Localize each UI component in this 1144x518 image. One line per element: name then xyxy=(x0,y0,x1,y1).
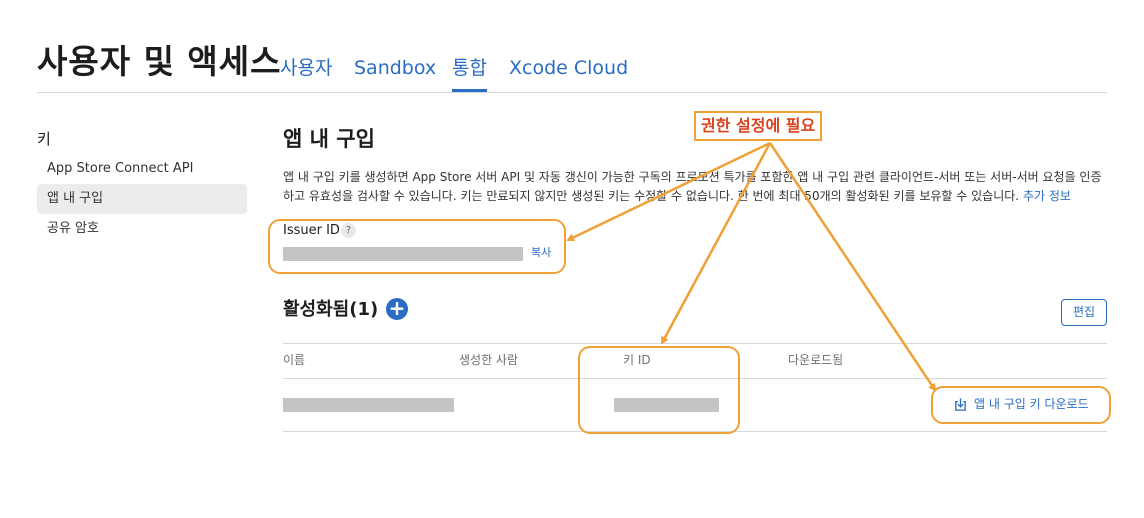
annotation-label: 권한 설정에 필요 xyxy=(694,111,823,141)
arrow-to-issuer-id xyxy=(566,141,771,242)
annotation-arrows xyxy=(566,141,937,392)
arrow-to-key-id xyxy=(660,142,772,345)
arrow-to-download xyxy=(768,142,937,392)
